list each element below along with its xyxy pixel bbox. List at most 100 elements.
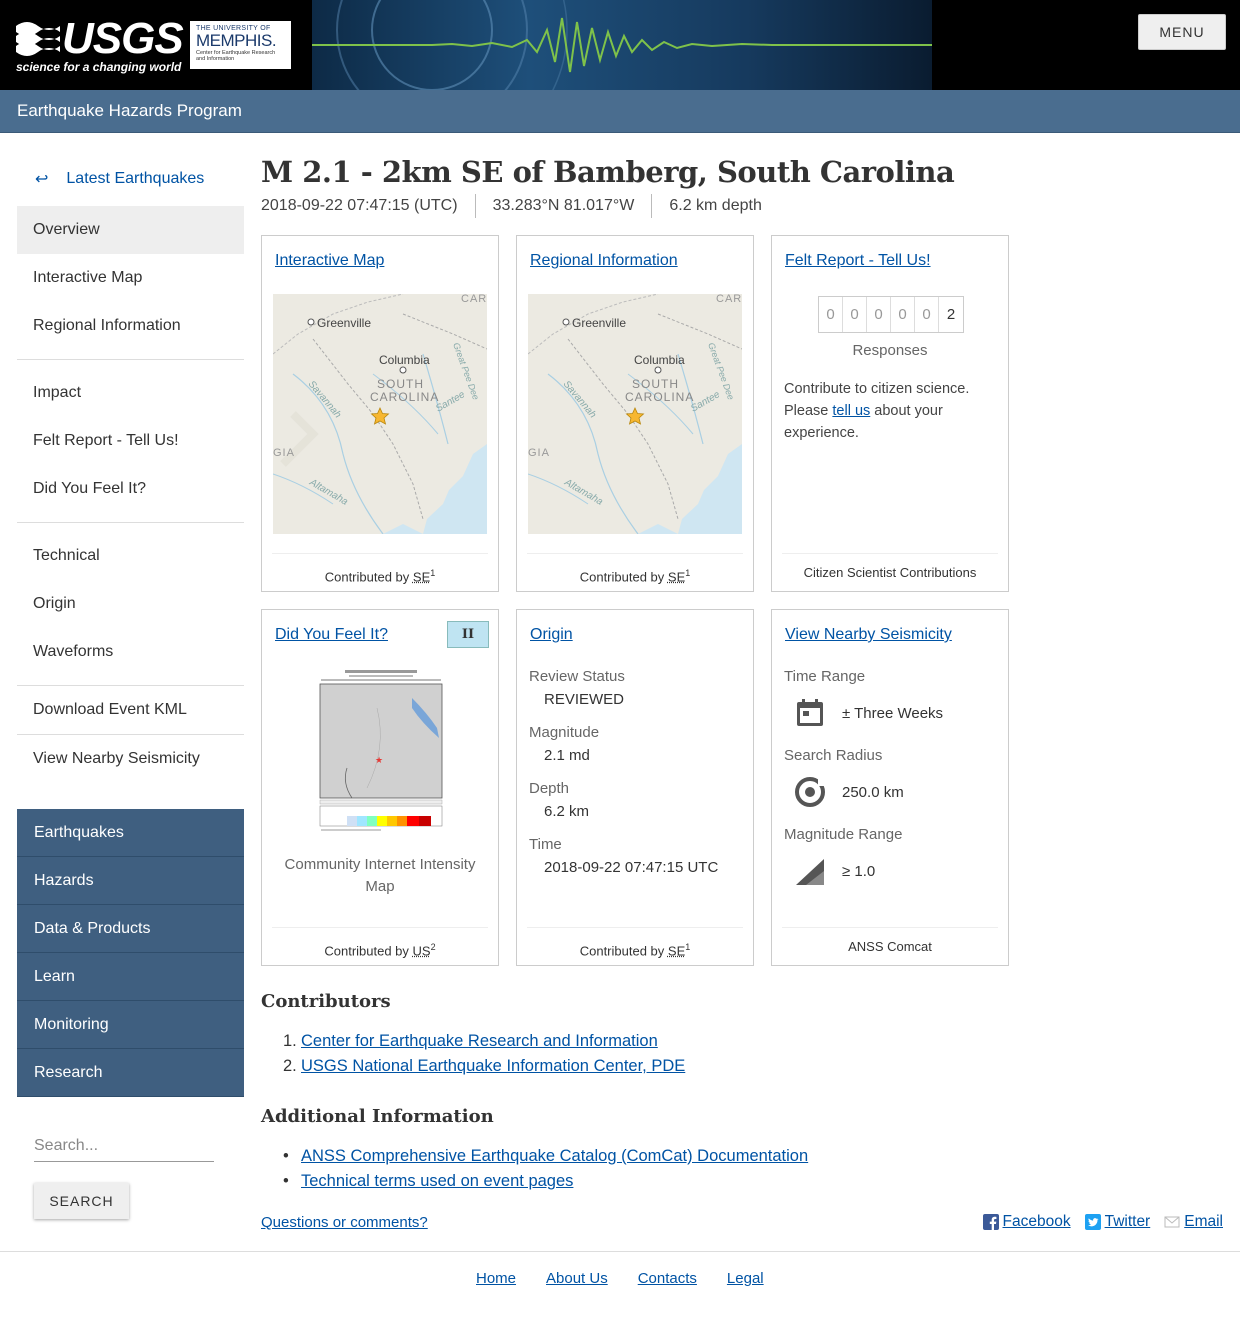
contributed-by-label: Contributed by	[324, 569, 410, 585]
map-label-greenville: Greenville	[572, 316, 626, 330]
target-radius-icon	[795, 777, 825, 807]
facebook-label: Facebook	[1002, 1213, 1071, 1230]
site-nav-earthquakes[interactable]: Earthquakes	[17, 809, 244, 857]
sidebar-item-regional-information[interactable]: Regional Information	[17, 302, 244, 350]
dyfi-card-title[interactable]: Did You Feel It?	[275, 626, 388, 644]
site-footer: Home About Us Contacts Legal	[0, 1251, 1240, 1319]
sidebar-item-overview[interactable]: Overview	[17, 206, 244, 254]
footer-link-contacts[interactable]: Contacts	[638, 1270, 697, 1287]
site-search-button[interactable]: SEARCH	[34, 1183, 129, 1219]
search-radius-row: 250.0 km	[792, 774, 998, 810]
felt-report-footer: Citizen Scientist Contributions	[782, 553, 998, 591]
interactive-map-thumbnail[interactable]: Greenville Columbia SOUTH CAROLINA Savan…	[273, 294, 487, 534]
latest-earthquakes-label: Latest Earthquakes	[66, 170, 205, 187]
site-search-input[interactable]	[34, 1130, 214, 1162]
footer-link-legal[interactable]: Legal	[727, 1270, 764, 1287]
facebook-link[interactable]: Facebook	[982, 1213, 1071, 1231]
felt-report-card-title[interactable]: Felt Report - Tell Us!	[785, 252, 931, 270]
contributor-ref[interactable]: 1	[430, 568, 435, 578]
search-radius-label: Search Radius	[784, 747, 883, 764]
map-label-greenville: Greenville	[317, 316, 371, 330]
sidebar-item-waveforms[interactable]: Waveforms	[17, 628, 244, 676]
contributor-link-1[interactable]: Center for Earthquake Research and Infor…	[301, 1032, 658, 1050]
program-bar: Earthquake Hazards Program	[0, 90, 1240, 133]
sidebar-item-interactive-map[interactable]: Interactive Map	[17, 254, 244, 302]
tell-us-link[interactable]: tell us	[832, 403, 870, 419]
event-sidebar: ↩ Latest Earthquakes Overview Interactiv…	[17, 152, 244, 783]
interactive-map-card: Interactive Map Greenville Columbia SOUT…	[261, 235, 499, 592]
contributor-ref[interactable]: 1	[685, 942, 690, 952]
time-value: 2018-09-22 07:47:15 UTC	[544, 859, 719, 876]
list-number: 2.	[283, 1057, 297, 1075]
magnitude-range-value: ≥ 1.0	[842, 862, 876, 880]
map-label-state-1: SOUTH	[632, 377, 679, 391]
technical-terms-link[interactable]: Technical terms used on event pages	[301, 1172, 573, 1190]
nearby-seismicity-card-title[interactable]: View Nearby Seismicity	[785, 626, 952, 644]
map-label-state-2: CAROLINA	[625, 390, 694, 404]
questions-comments-link[interactable]: Questions or comments?	[261, 1214, 428, 1231]
memphis-logo[interactable]: THE UNIVERSITY OF MEMPHIS. Center for Ea…	[190, 21, 291, 69]
contributor-link-2[interactable]: USGS National Earthquake Information Cen…	[301, 1057, 685, 1075]
counter-digit: 0	[819, 297, 843, 332]
counter-digit: 0	[867, 297, 891, 332]
program-title[interactable]: Earthquake Hazards Program	[17, 101, 242, 121]
origin-card: Origin Review Status REVIEWED Magnitude …	[516, 609, 754, 966]
footer-link-about[interactable]: About Us	[546, 1270, 608, 1287]
contributor-network[interactable]: US	[413, 943, 431, 958]
dyfi-caption: Community Internet Intensity Map	[284, 856, 476, 895]
twitter-link[interactable]: Twitter	[1084, 1213, 1150, 1231]
sidebar-item-dyfi[interactable]: Did You Feel It?	[17, 465, 244, 513]
site-nav-monitoring[interactable]: Monitoring	[17, 1001, 244, 1049]
origin-card-title[interactable]: Origin	[530, 626, 573, 644]
site-nav-data-products[interactable]: Data & Products	[17, 905, 244, 953]
time-label: Time	[529, 836, 562, 853]
sidebar-item-origin[interactable]: Origin	[17, 580, 244, 628]
list-item: 2. USGS National Earthquake Information C…	[283, 1054, 685, 1079]
review-status-value: REVIEWED	[544, 691, 625, 708]
magnitude-range-label: Magnitude Range	[784, 826, 903, 843]
map-label-state-1: SOUTH	[377, 377, 424, 391]
time-range-value: ± Three Weeks	[842, 704, 944, 722]
memphis-line2: MEMPHIS.	[196, 31, 277, 50]
footer-links: Home About Us Contacts Legal	[476, 1270, 794, 1287]
search-radius-value: 250.0 km	[842, 783, 904, 801]
site-nav-hazards[interactable]: Hazards	[17, 857, 244, 905]
dyfi-intensity-map[interactable]: ★	[317, 668, 445, 836]
usgs-logo[interactable]: USGS science for a changing world	[16, 16, 184, 76]
contributor-ref[interactable]: 2	[431, 942, 436, 952]
sidebar-item-technical[interactable]: Technical	[17, 532, 244, 580]
regional-information-card-title[interactable]: Regional Information	[530, 252, 678, 270]
menu-button[interactable]: MENU	[1138, 14, 1226, 50]
comcat-documentation-link[interactable]: ANSS Comprehensive Earthquake Catalog (C…	[301, 1147, 808, 1165]
contributor-ref[interactable]: 1	[685, 568, 690, 578]
felt-report-text: Contribute to citizen science. Please te…	[784, 378, 996, 444]
twitter-icon	[1084, 1214, 1101, 1230]
sidebar-item-felt-report[interactable]: Felt Report - Tell Us!	[17, 417, 244, 465]
magnitude-ramp-icon	[796, 859, 824, 885]
email-link[interactable]: Email	[1164, 1213, 1223, 1231]
site-nav-learn[interactable]: Learn	[17, 953, 244, 1001]
latest-earthquakes-link[interactable]: ↩ Latest Earthquakes	[17, 152, 244, 206]
contributor-network[interactable]: SE	[668, 943, 685, 958]
svg-text:★: ★	[375, 755, 383, 765]
footer-link-home[interactable]: Home	[476, 1270, 516, 1287]
counter-digit: 0	[891, 297, 915, 332]
social-links: Facebook Twitter Email	[969, 1213, 1223, 1231]
contributor-network[interactable]: SE	[668, 569, 685, 584]
sidebar-item-impact[interactable]: Impact	[17, 369, 244, 417]
interactive-map-card-title[interactable]: Interactive Map	[275, 252, 384, 270]
contributor-network[interactable]: SE	[413, 569, 430, 584]
dyfi-card: Did You Feel It? II ★ Community Internet	[261, 609, 499, 966]
site-navigation: Earthquakes Hazards Data & Products Lear…	[17, 809, 244, 1097]
counter-digit: 2	[946, 306, 956, 323]
event-location: 33.283°N 81.017°W	[474, 194, 652, 218]
mmi-intensity-badge: II	[447, 621, 489, 648]
sidebar-item-download-kml[interactable]: Download Event KML	[17, 686, 244, 734]
sidebar-item-nearby-seismicity[interactable]: View Nearby Seismicity	[17, 735, 244, 783]
regional-map-thumbnail[interactable]: Greenville Columbia SOUTH CAROLINA Savan…	[528, 294, 742, 534]
nav-group-seismicity: View Nearby Seismicity	[17, 735, 244, 783]
contributors-list: 1. Center for Earthquake Research and Inf…	[283, 1029, 685, 1079]
site-nav-research[interactable]: Research	[17, 1049, 244, 1097]
usgs-wordmark: USGS	[62, 14, 184, 63]
depth-value: 6.2 km	[544, 803, 590, 820]
